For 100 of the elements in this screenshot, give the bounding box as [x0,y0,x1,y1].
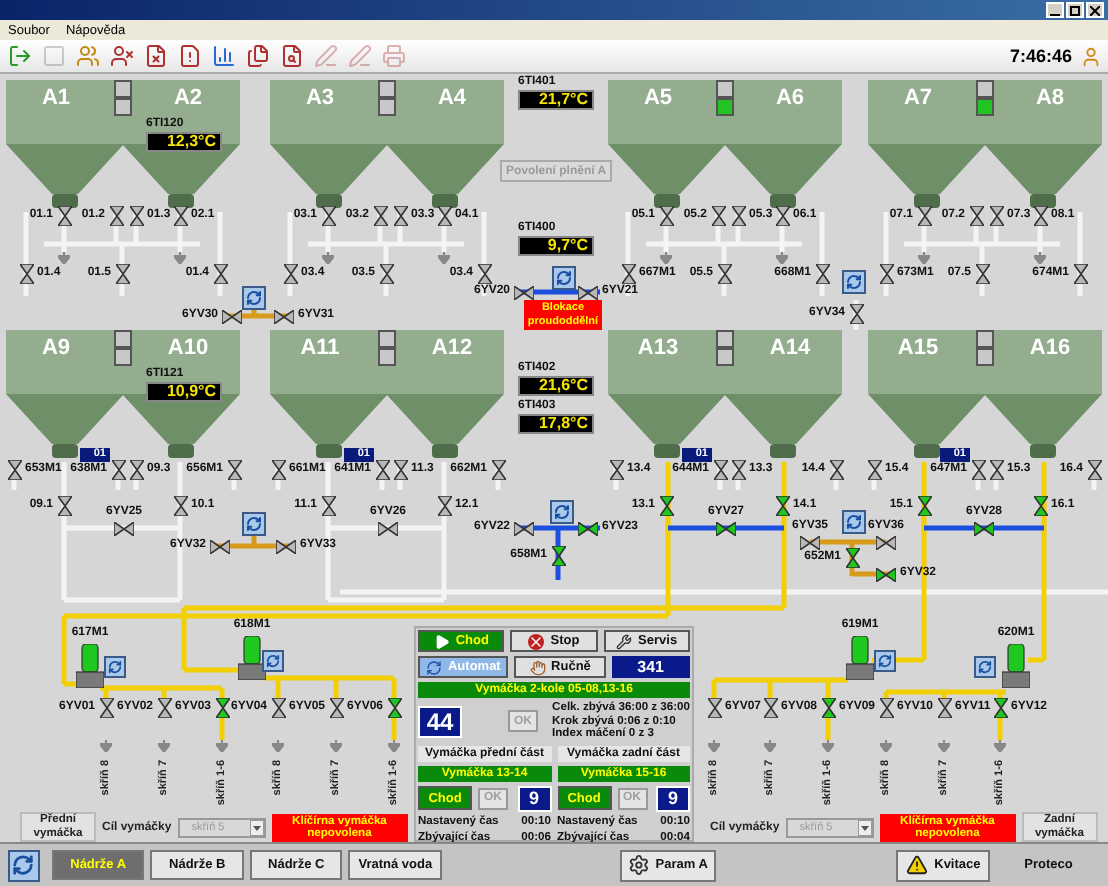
valve-icon[interactable] [578,521,598,535]
valve-icon[interactable] [109,206,123,226]
refresh-button[interactable] [262,650,284,672]
valve-icon[interactable] [551,546,565,566]
valve-icon[interactable] [173,206,187,226]
valve-icon[interactable] [713,460,727,480]
valve-icon[interactable] [876,535,896,549]
valve-icon[interactable] [393,206,407,226]
refresh-button[interactable] [8,849,40,881]
valve-icon[interactable] [437,206,451,226]
toolbar-button[interactable] [278,43,304,69]
valve-icon[interactable] [849,304,863,324]
valve-icon[interactable] [514,285,534,299]
valve-icon[interactable] [989,460,1003,480]
valve-icon[interactable] [829,460,843,480]
refresh-button[interactable] [842,510,866,534]
valve-icon[interactable] [114,521,134,535]
valve-icon[interactable] [115,264,129,284]
refresh-button[interactable] [874,650,896,672]
valve-icon[interactable] [378,521,398,535]
valve-icon[interactable] [321,496,335,516]
valve-icon[interactable] [57,496,71,516]
valve-icon[interactable] [971,460,985,480]
valve-icon[interactable] [659,496,673,516]
refresh-button[interactable] [842,270,866,294]
toolbar-button[interactable] [142,43,168,69]
valve-icon[interactable] [321,206,335,226]
valve-icon[interactable] [659,206,673,226]
toolbar-button[interactable] [108,43,134,69]
valve-icon[interactable] [99,698,113,718]
valve-icon[interactable] [711,206,725,226]
valve-icon[interactable] [373,206,387,226]
valve-icon[interactable] [329,698,343,718]
valve-icon[interactable] [917,496,931,516]
toolbar-button[interactable] [176,43,202,69]
valve-icon[interactable] [879,264,893,284]
valve-icon[interactable] [437,496,451,516]
valve-icon[interactable] [157,698,171,718]
valve-icon[interactable] [845,548,859,568]
valve-icon[interactable] [731,206,745,226]
valve-icon[interactable] [731,460,745,480]
valve-icon[interactable] [716,521,736,535]
valve-icon[interactable] [222,309,242,323]
valve-icon[interactable] [210,539,230,553]
valve-icon[interactable] [7,460,21,480]
valve-icon[interactable] [1033,206,1047,226]
refresh-button[interactable] [242,286,266,310]
toolbar-button[interactable] [6,43,32,69]
valve-icon[interactable] [271,460,285,480]
valve-icon[interactable] [879,698,893,718]
valve-icon[interactable] [1073,264,1087,284]
valve-icon[interactable] [274,309,294,323]
valve-icon[interactable] [800,535,820,549]
toolbar-button[interactable] [210,43,236,69]
valve-icon[interactable] [393,460,407,480]
valve-icon[interactable] [993,698,1007,718]
valve-icon[interactable] [173,496,187,516]
valve-icon[interactable] [775,206,789,226]
pump-icon[interactable] [238,636,266,680]
pump-icon[interactable] [76,644,104,688]
valve-icon[interactable] [917,206,931,226]
valve-icon[interactable] [129,206,143,226]
valve-icon[interactable] [1033,496,1047,516]
refresh-button[interactable] [550,500,574,524]
refresh-button[interactable] [974,656,996,678]
valve-icon[interactable] [707,698,721,718]
valve-icon[interactable] [227,460,241,480]
maximize-button[interactable] [1066,2,1084,18]
valve-icon[interactable] [867,460,881,480]
valve-icon[interactable] [876,567,896,581]
toolbar-button[interactable] [244,43,270,69]
refresh-button[interactable] [104,656,126,678]
pump-icon[interactable] [1002,644,1030,688]
valve-icon[interactable] [609,460,623,480]
valve-icon[interactable] [57,206,71,226]
toolbar-button[interactable] [74,43,100,69]
valve-icon[interactable] [491,460,505,480]
valve-icon[interactable] [379,264,393,284]
valve-icon[interactable] [19,264,33,284]
valve-icon[interactable] [989,206,1003,226]
valve-icon[interactable] [975,264,989,284]
valve-icon[interactable] [375,460,389,480]
close-button[interactable] [1086,2,1104,18]
valve-icon[interactable] [129,460,143,480]
refresh-button[interactable] [552,266,576,290]
valve-icon[interactable] [271,698,285,718]
valve-icon[interactable] [213,264,227,284]
valve-icon[interactable] [821,698,835,718]
valve-icon[interactable] [717,264,731,284]
valve-icon[interactable] [387,698,401,718]
valve-icon[interactable] [1087,460,1101,480]
valve-icon[interactable] [283,264,297,284]
valve-icon[interactable] [974,521,994,535]
valve-icon[interactable] [276,539,296,553]
valve-icon[interactable] [477,264,491,284]
valve-icon[interactable] [763,698,777,718]
valve-icon[interactable] [215,698,229,718]
valve-icon[interactable] [937,698,951,718]
valve-icon[interactable] [815,264,829,284]
valve-icon[interactable] [621,264,635,284]
